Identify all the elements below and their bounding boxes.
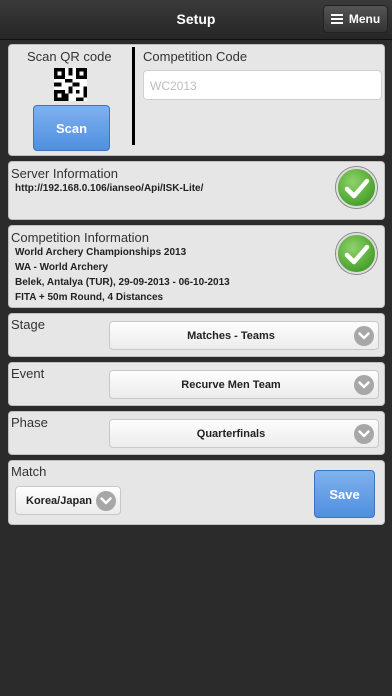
- event-select[interactable]: Recurve Men Team: [109, 370, 379, 399]
- server-url: http://192.168.0.106/ianseo/Api/ISK-Lite…: [15, 183, 204, 194]
- competition-code-label: Competition Code: [143, 49, 248, 64]
- match-label: Match: [11, 464, 47, 479]
- competition-check-icon: [336, 233, 377, 274]
- competition-name: World Archery Championships 2013: [15, 247, 187, 258]
- chevron-down-icon: [354, 424, 374, 444]
- chevron-down-icon: [354, 326, 374, 346]
- event-panel: Event Recurve Men Team: [8, 362, 385, 406]
- event-value: Recurve Men Team: [181, 379, 281, 391]
- competition-info-label: Competition Information: [11, 230, 150, 245]
- scan-code-panel: Scan QR code Scan Competition Code WC201…: [8, 44, 385, 156]
- stage-value: Matches - Teams: [187, 330, 275, 342]
- chevron-down-icon: [96, 491, 116, 511]
- match-panel: Match Korea/Japan Save: [8, 460, 385, 525]
- hamburger-icon: [330, 14, 343, 24]
- vertical-divider: [132, 47, 135, 145]
- competition-location-dates: Belek, Antalya (TUR), 29-09-2013 - 06-10…: [15, 277, 230, 288]
- server-info-panel: Server Information http://192.168.0.106/…: [8, 161, 385, 220]
- scan-button[interactable]: Scan: [33, 105, 110, 151]
- competition-info-panel: Competition Information World Archery Ch…: [8, 225, 385, 308]
- match-value: Korea/Japan: [26, 495, 93, 507]
- top-navbar: Setup Menu: [0, 0, 392, 40]
- competition-round: FITA + 50m Round, 4 Distances: [15, 292, 164, 303]
- phase-select[interactable]: Quarterfinals: [109, 419, 379, 448]
- competition-organizer: WA - World Archery: [15, 262, 108, 273]
- event-label: Event: [11, 366, 45, 381]
- stage-select[interactable]: Matches - Teams: [109, 321, 379, 350]
- stage-panel: Stage Matches - Teams: [8, 313, 385, 357]
- phase-panel: Phase Quarterfinals: [8, 411, 385, 455]
- save-button[interactable]: Save: [314, 470, 375, 518]
- match-select[interactable]: Korea/Japan: [15, 486, 121, 515]
- stage-label: Stage: [11, 317, 45, 332]
- phase-label: Phase: [11, 415, 48, 430]
- server-check-icon: [336, 167, 377, 208]
- menu-button[interactable]: Menu: [323, 5, 388, 33]
- scan-qr-label: Scan QR code: [27, 49, 112, 64]
- chevron-down-icon: [354, 375, 374, 395]
- server-info-label: Server Information: [11, 166, 118, 181]
- menu-label: Menu: [348, 12, 381, 26]
- phase-value: Quarterfinals: [196, 428, 266, 440]
- qr-code-icon: [54, 68, 87, 101]
- competition-code-input[interactable]: WC2013: [143, 70, 382, 100]
